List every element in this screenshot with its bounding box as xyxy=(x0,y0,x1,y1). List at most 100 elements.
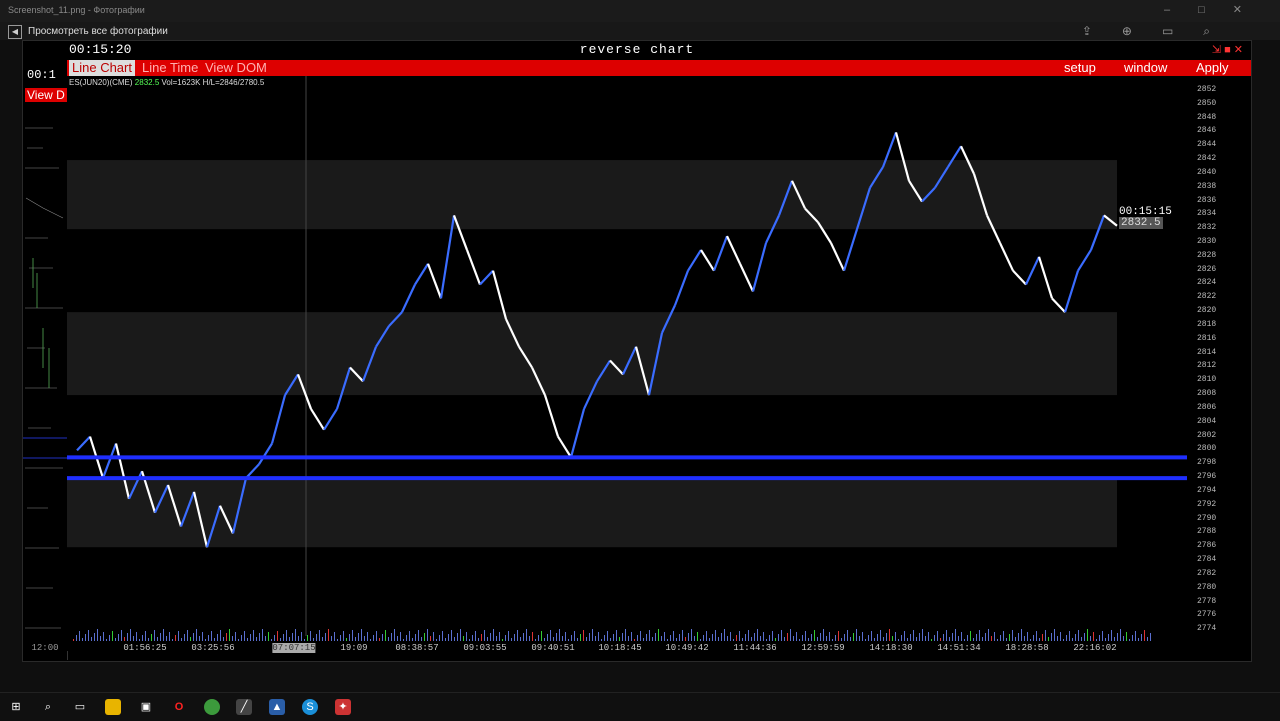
price-segment xyxy=(310,408,325,431)
price-chart-area[interactable] xyxy=(67,76,1187,651)
viewer-window-title: Screenshot_11.png - Фотографии xyxy=(8,5,145,15)
time-axis[interactable]: 12:00 01:56:25 03:25:56 07:07:15 19:09 08:38… xyxy=(31,639,1187,659)
current-price-label: 00:15:15 2832.5 xyxy=(1119,207,1172,229)
price-segment xyxy=(1077,249,1092,272)
x-tick-label: 22:16:02 xyxy=(1073,643,1117,653)
file-explorer-icon[interactable] xyxy=(105,699,121,715)
x-tick-label: 18:28:58 xyxy=(1005,643,1049,653)
y-tick-label: 2798 xyxy=(1197,458,1217,468)
y-tick-label: 2830 xyxy=(1197,237,1217,246)
photo-viewer-toolbar: ◀ Просмотреть все фотографии ⇪⊕▭⌕ xyxy=(0,22,1280,40)
menu-view-dom[interactable]: View DOM xyxy=(205,60,267,76)
price-segment xyxy=(842,228,859,271)
photos-icon[interactable]: ▲ xyxy=(269,699,285,715)
price-segment xyxy=(830,242,845,272)
x-tick-label: 09:40:51 xyxy=(531,643,575,653)
left-mini-chart: 00:1 View D xyxy=(23,60,68,660)
titlebar-buttons[interactable]: ⇲ ■ ✕ xyxy=(1212,43,1243,56)
y-tick-label: 2800 xyxy=(1197,444,1217,454)
y-tick-label: 2850 xyxy=(1197,98,1217,108)
last-price: 2832.5 xyxy=(134,78,160,87)
y-tick-label: 2792 xyxy=(1197,499,1217,509)
y-tick-label: 2820 xyxy=(1197,306,1217,316)
price-segment xyxy=(999,242,1014,272)
symbol-name: ES(JUN20)(CME) xyxy=(69,78,133,87)
y-tick-label: 2838 xyxy=(1197,181,1217,191)
price-segment xyxy=(101,443,118,479)
view-all-photos-link[interactable]: Просмотреть все фотографии xyxy=(28,26,168,37)
price-segment xyxy=(258,442,273,465)
price-axis[interactable]: 2852 2850 2848 2846 2844 2842 2840 2838 2836 2834… xyxy=(1187,76,1251,661)
menu-window[interactable]: window xyxy=(1124,60,1167,76)
x-tick-label: 09:03:55 xyxy=(463,643,507,653)
x-tick-label: 08:38:57 xyxy=(395,643,439,653)
price-segment xyxy=(491,270,508,320)
chart-titlebar: 00:15:20 reverse chart ⇲ ■ ✕ xyxy=(23,41,1251,60)
price-segment xyxy=(1037,256,1054,299)
y-tick-label: 2780 xyxy=(1197,582,1217,592)
chrome-icon[interactable] xyxy=(204,699,220,715)
x-left-label: 12:00 xyxy=(31,643,59,653)
x-tick-label: 01:56:25 xyxy=(123,643,167,653)
symbol-info-bar: ES(JUN20)(CME) 2832.5 Vol=1623K H/L=2846… xyxy=(69,78,264,87)
y-tick-label: 2778 xyxy=(1197,596,1217,606)
x-tick-label: 10:49:42 xyxy=(665,643,709,653)
x-tick-label: 11:44:36 xyxy=(733,643,777,653)
y-tick-label: 2832 xyxy=(1197,223,1217,233)
menu-setup[interactable]: setup xyxy=(1064,60,1096,76)
y-tick-label: 2840 xyxy=(1197,167,1217,177)
windows-start-icon[interactable]: ⊞ xyxy=(8,699,24,715)
store-icon[interactable]: ▣ xyxy=(138,699,154,715)
menu-line-chart[interactable]: Line Chart xyxy=(69,60,135,76)
shaded-zone-1 xyxy=(67,312,1117,396)
menu-apply[interactable]: Apply xyxy=(1196,60,1229,76)
price-segment xyxy=(426,263,443,299)
high-low: H/L=2846/2780.5 xyxy=(202,78,265,87)
y-tick-label: 2814 xyxy=(1197,347,1217,357)
price-segment xyxy=(687,249,702,272)
y-tick-label: 2842 xyxy=(1197,154,1217,164)
price-segment xyxy=(569,408,586,458)
volume: Vol=1623K xyxy=(161,78,201,87)
y-tick-label: 2786 xyxy=(1197,541,1217,551)
x-tick-label: 14:18:30 xyxy=(869,643,913,653)
price-segment xyxy=(479,269,494,286)
price-segment xyxy=(1012,269,1027,286)
left-view-button[interactable]: View D xyxy=(25,88,67,102)
task-view-icon[interactable]: ▭ xyxy=(72,699,88,715)
price-segment xyxy=(323,408,338,431)
price-chart-svg xyxy=(67,76,1187,641)
y-tick-label: 2788 xyxy=(1197,527,1217,537)
back-arrow-icon[interactable]: ◀ xyxy=(8,25,22,39)
x-tick-label: 07:07:15 xyxy=(272,643,316,653)
price-segment xyxy=(76,435,91,452)
price-segment xyxy=(1025,256,1040,285)
price-segment xyxy=(414,263,429,286)
skype-icon[interactable]: S xyxy=(302,699,318,715)
price-label-value: 2832.5 xyxy=(1119,217,1163,229)
y-tick-label: 2808 xyxy=(1197,389,1217,399)
y-tick-label: 2810 xyxy=(1197,375,1217,385)
price-segment xyxy=(1051,297,1066,313)
y-tick-label: 2806 xyxy=(1197,402,1217,412)
viewer-toolbar-icons[interactable]: ⇪⊕▭⌕ xyxy=(1082,24,1240,39)
x-tick-label: 12:59:59 xyxy=(801,643,845,653)
menu-line-time[interactable]: Line Time xyxy=(142,60,198,76)
search-icon[interactable]: ⌕ xyxy=(40,699,56,715)
window-controls[interactable]: –□✕ xyxy=(1164,3,1270,16)
y-tick-label: 2794 xyxy=(1197,485,1217,495)
y-tick-label: 2834 xyxy=(1197,209,1217,219)
window-title: reverse chart xyxy=(579,42,695,57)
app-icon[interactable]: ✦ xyxy=(335,699,351,715)
y-tick-label: 2816 xyxy=(1197,333,1217,343)
price-segment xyxy=(401,284,416,313)
price-segment xyxy=(751,242,768,292)
y-tick-label: 2852 xyxy=(1197,84,1217,94)
opera-icon[interactable]: O xyxy=(171,699,187,715)
y-tick-label: 2784 xyxy=(1197,555,1217,565)
y-tick-label: 2804 xyxy=(1197,416,1217,426)
x-tick-label: 19:09 xyxy=(340,643,368,653)
terminal-app-icon[interactable]: ╱ xyxy=(236,699,252,715)
x-tick-label: 14:51:34 xyxy=(937,643,981,653)
price-segment xyxy=(673,270,690,306)
